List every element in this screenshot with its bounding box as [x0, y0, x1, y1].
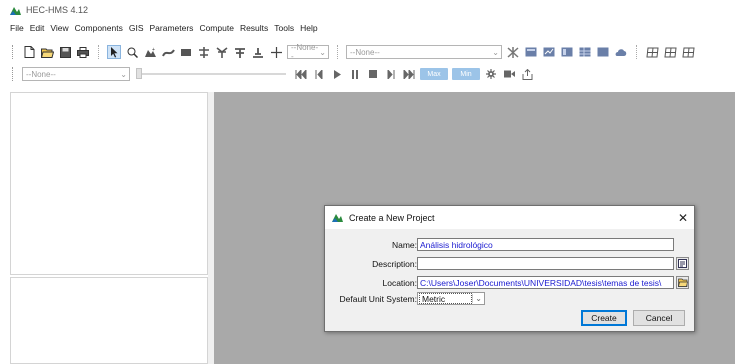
grid-icon-2[interactable]	[663, 45, 677, 59]
stop-icon[interactable]	[366, 67, 380, 81]
time-window-combo[interactable]: --None-- ⌄	[22, 67, 130, 81]
run-combo[interactable]: --None-- ⌄	[346, 45, 502, 59]
dialog-title: Create a New Project	[349, 212, 435, 223]
dialog-titlebar: Create a New Project	[325, 206, 694, 229]
diversion-tool-icon[interactable]	[215, 45, 229, 59]
menu-help[interactable]: Help	[300, 23, 317, 33]
sink-tool-icon[interactable]	[251, 45, 265, 59]
pause-icon[interactable]	[348, 67, 362, 81]
location-label: Location:	[382, 277, 418, 288]
gear-icon[interactable]	[484, 67, 498, 81]
summary-table-icon[interactable]	[560, 45, 574, 59]
chevron-down-icon: ⌄	[120, 69, 127, 79]
arrow-tool-icon[interactable]	[107, 45, 121, 59]
menu-file[interactable]: File	[10, 23, 24, 33]
window-title: HEC-HMS 4.12	[26, 5, 89, 15]
open-project-icon[interactable]	[40, 45, 54, 59]
menu-bar: File Edit View Components GIS Parameters…	[0, 20, 735, 35]
subbasin-tool-icon[interactable]: +	[143, 45, 157, 59]
svg-text:+: +	[152, 47, 155, 53]
unit-system-label: Default Unit System:	[339, 293, 417, 304]
toolbar-separator	[636, 45, 637, 59]
menu-compute[interactable]: Compute	[199, 23, 234, 33]
menu-parameters[interactable]: Parameters	[150, 23, 194, 33]
menu-tools[interactable]: Tools	[274, 23, 294, 33]
slider-thumb[interactable]	[136, 68, 142, 79]
reach-tool-icon[interactable]	[161, 45, 175, 59]
description-input[interactable]	[417, 257, 674, 270]
watershed-explorer-panel[interactable]	[10, 92, 208, 275]
add-element-icon[interactable]	[269, 45, 283, 59]
cloud-icon[interactable]	[614, 45, 628, 59]
menu-components[interactable]: Components	[75, 23, 123, 33]
step-back-icon[interactable]	[312, 67, 326, 81]
source-tool-icon[interactable]	[233, 45, 247, 59]
location-input[interactable]: C:\Users\Joser\Documents\UNIVERSIDAD\tes…	[417, 276, 674, 289]
component-editor-panel[interactable]	[10, 277, 208, 364]
hec-hms-logo-icon	[332, 214, 343, 222]
name-label: Name:	[391, 239, 417, 250]
results-table-icon[interactable]	[596, 45, 610, 59]
menu-results[interactable]: Results	[240, 23, 268, 33]
close-icon[interactable]: ✕	[678, 211, 688, 225]
basin-model-combo[interactable]: --None-- ⌄	[287, 43, 329, 61]
step-forward-icon[interactable]	[384, 67, 398, 81]
toolbar-separator	[337, 45, 338, 59]
menu-gis[interactable]: GIS	[129, 23, 144, 33]
zoom-tool-icon[interactable]	[125, 45, 139, 59]
max-button[interactable]: Max	[420, 68, 448, 80]
video-icon[interactable]	[502, 67, 516, 81]
time-slider[interactable]	[136, 67, 286, 81]
toolbar-grip[interactable]	[12, 67, 14, 81]
notes-icon	[678, 259, 687, 268]
slider-track	[136, 73, 286, 75]
global-summary-icon[interactable]	[524, 45, 538, 59]
grid-icon-1[interactable]	[645, 45, 659, 59]
first-frame-icon[interactable]	[294, 67, 308, 81]
name-input[interactable]: Análisis hidrológico	[417, 238, 674, 251]
animation-toolbar: --None-- ⌄ Max Min	[0, 63, 735, 85]
chevron-down-icon: ⌄	[492, 47, 499, 57]
window-titlebar: HEC-HMS 4.12	[0, 0, 735, 20]
toolbar-separator	[98, 45, 99, 59]
junction-tool-icon[interactable]	[197, 45, 211, 59]
toolbar-grip[interactable]	[12, 45, 14, 59]
chevron-down-icon: ⌄	[472, 294, 484, 303]
compute-icon[interactable]	[506, 45, 520, 59]
menu-view[interactable]: View	[50, 23, 68, 33]
time-series-table-icon[interactable]	[578, 45, 592, 59]
chevron-down-icon: ⌄	[319, 47, 326, 57]
grid-icon-3[interactable]	[681, 45, 695, 59]
menu-edit[interactable]: Edit	[30, 23, 45, 33]
unit-system-value: Metric	[419, 293, 473, 304]
folder-open-icon	[677, 278, 688, 287]
element-graph-icon[interactable]	[542, 45, 556, 59]
unit-system-select[interactable]: Metric ⌄	[417, 292, 485, 305]
main-toolbar: + --None-- ⌄ --None-- ⌄	[0, 41, 735, 63]
last-frame-icon[interactable]	[402, 67, 416, 81]
play-icon[interactable]	[330, 67, 344, 81]
description-editor-button[interactable]	[676, 257, 689, 270]
print-icon[interactable]	[76, 45, 90, 59]
min-button[interactable]: Min	[452, 68, 480, 80]
create-button[interactable]: Create	[581, 310, 627, 326]
cancel-button[interactable]: Cancel	[633, 310, 685, 326]
description-label: Description:	[372, 258, 417, 269]
export-icon[interactable]	[520, 67, 534, 81]
browse-location-button[interactable]	[676, 276, 689, 289]
create-project-dialog: Create a New Project ✕ Name: Análisis hi…	[324, 205, 695, 332]
save-project-icon[interactable]	[58, 45, 72, 59]
reservoir-tool-icon[interactable]	[179, 45, 193, 59]
new-project-icon[interactable]	[22, 45, 36, 59]
hec-hms-logo-icon	[10, 6, 21, 15]
